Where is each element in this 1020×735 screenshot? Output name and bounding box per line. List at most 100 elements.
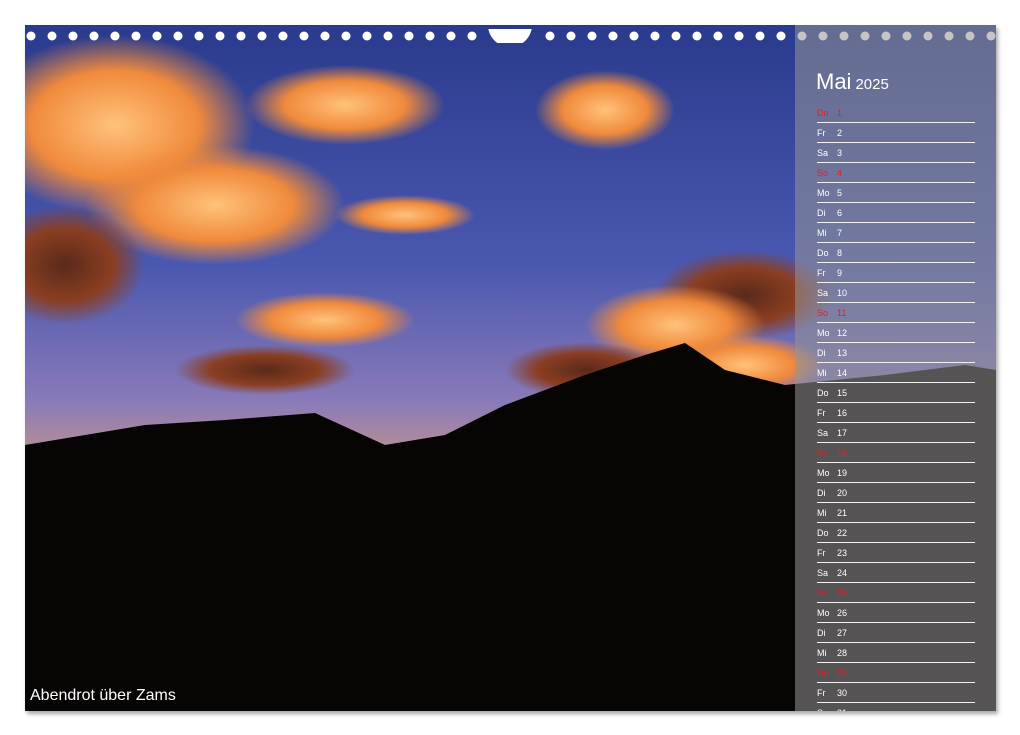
day-number: 29 <box>837 668 847 678</box>
day-weekday: Do <box>817 388 829 398</box>
day-weekday: Mi <box>817 508 827 518</box>
day-number: 22 <box>837 528 847 538</box>
calendar-day-row: Sa 24 <box>817 564 975 583</box>
day-number: 9 <box>837 268 842 278</box>
calendar-day-row: Di 13 <box>817 344 975 363</box>
day-weekday: Sa <box>817 288 828 298</box>
day-number: 7 <box>837 228 842 238</box>
day-number: 13 <box>837 348 847 358</box>
calendar-day-row: Fr 23 <box>817 544 975 563</box>
calendar-day-row: Sa 3 <box>817 144 975 163</box>
day-number: 27 <box>837 628 847 638</box>
calendar-day-row: So 11 <box>817 304 975 323</box>
calendar-title: Mai2025 <box>816 69 889 95</box>
day-weekday: Sa <box>817 148 828 158</box>
calendar-day-row: So 25 <box>817 584 975 603</box>
day-weekday: Mo <box>817 608 830 618</box>
day-weekday: Di <box>817 488 826 498</box>
day-weekday: So <box>817 588 828 598</box>
calendar-day-row: Sa 17 <box>817 424 975 443</box>
day-number: 23 <box>837 548 847 558</box>
day-weekday: Do <box>817 248 829 258</box>
day-number: 10 <box>837 288 847 298</box>
day-weekday: Mo <box>817 328 830 338</box>
day-weekday: Sa <box>817 428 828 438</box>
day-weekday: Mo <box>817 188 830 198</box>
day-number: 3 <box>837 148 842 158</box>
day-number: 2 <box>837 128 842 138</box>
calendar-day-row: Sa 31 <box>817 704 975 711</box>
calendar-day-row: Mi 21 <box>817 504 975 523</box>
day-number: 14 <box>837 368 847 378</box>
calendar-day-row: Do 15 <box>817 384 975 403</box>
day-weekday: So <box>817 168 828 178</box>
day-number: 24 <box>837 568 847 578</box>
calendar-day-row: Mi 14 <box>817 364 975 383</box>
day-weekday: So <box>817 308 828 318</box>
day-weekday: Mi <box>817 228 827 238</box>
calendar-day-row: Fr 9 <box>817 264 975 283</box>
calendar-panel: Mai2025 Do1Fr2Sa3So4Mo5Di6Mi7Do8Fr9Sa10S… <box>795 25 996 711</box>
calendar-day-row: Mo 5 <box>817 184 975 203</box>
day-weekday: So <box>817 448 828 458</box>
day-weekday: Fr <box>817 688 826 698</box>
day-weekday: Di <box>817 628 826 638</box>
day-number: 1 <box>837 108 842 118</box>
calendar-day-row: Mi 28 <box>817 644 975 663</box>
day-weekday: Do <box>817 108 829 118</box>
calendar-day-row: Fr 2 <box>817 124 975 143</box>
calendar-day-row: So 18 <box>817 444 975 463</box>
day-weekday: Fr <box>817 408 826 418</box>
day-number: 21 <box>837 508 847 518</box>
day-weekday: Do <box>817 528 829 538</box>
calendar-day-row: Di 27 <box>817 624 975 643</box>
calendar-day-row: Mo 19 <box>817 464 975 483</box>
day-number: 6 <box>837 208 842 218</box>
day-number: 20 <box>837 488 847 498</box>
calendar-day-row: Sa 10 <box>817 284 975 303</box>
calendar-day-row: Do 1 <box>817 104 975 123</box>
calendar-day-row: So 4 <box>817 164 975 183</box>
calendar-day-row: Di 6 <box>817 204 975 223</box>
day-weekday: Sa <box>817 568 828 578</box>
day-number: 12 <box>837 328 847 338</box>
calendar-year: 2025 <box>855 76 888 93</box>
calendar-month: Mai <box>816 69 851 94</box>
calendar-day-row: Mo 26 <box>817 604 975 623</box>
day-number: 17 <box>837 428 847 438</box>
day-number: 16 <box>837 408 847 418</box>
day-number: 4 <box>837 168 842 178</box>
day-number: 30 <box>837 688 847 698</box>
calendar-day-row: Fr 16 <box>817 404 975 423</box>
day-weekday: Di <box>817 208 826 218</box>
photo-caption: Abendrot über Zams <box>30 687 176 705</box>
day-weekday: Fr <box>817 128 826 138</box>
day-number: 18 <box>837 448 847 458</box>
day-number: 19 <box>837 468 847 478</box>
day-weekday: Do <box>817 668 829 678</box>
day-weekday: Mi <box>817 368 827 378</box>
day-weekday: Mi <box>817 648 827 658</box>
calendar-day-row: Mi 7 <box>817 224 975 243</box>
day-weekday: Mo <box>817 468 830 478</box>
calendar-day-row: Do 29 <box>817 664 975 683</box>
day-weekday: Sa <box>817 708 828 711</box>
day-weekday: Di <box>817 348 826 358</box>
calendar-page: Abendrot über Zams Mai2025 Do1Fr2Sa3So4M… <box>25 25 996 711</box>
calendar-day-row: Do 8 <box>817 244 975 263</box>
day-number: 25 <box>837 588 847 598</box>
day-number: 8 <box>837 248 842 258</box>
day-number: 15 <box>837 388 847 398</box>
day-number: 26 <box>837 608 847 618</box>
calendar-day-list: Do 1 Fr 2 Sa 3 So 4 Mo 5 Di 6 Mi 7 Do 8 Fr 9 Sa 10 So 11 Mo 12 D… <box>817 104 975 711</box>
calendar-day-row: Fr 30 <box>817 684 975 703</box>
calendar-day-row: Do 22 <box>817 524 975 543</box>
day-number: 11 <box>837 308 846 318</box>
day-weekday: Fr <box>817 268 826 278</box>
day-number: 5 <box>837 188 842 198</box>
day-weekday: Fr <box>817 548 826 558</box>
day-number: 28 <box>837 648 847 658</box>
calendar-day-row: Mo 12 <box>817 324 975 343</box>
day-number: 31 <box>837 708 847 711</box>
calendar-day-row: Di 20 <box>817 484 975 503</box>
